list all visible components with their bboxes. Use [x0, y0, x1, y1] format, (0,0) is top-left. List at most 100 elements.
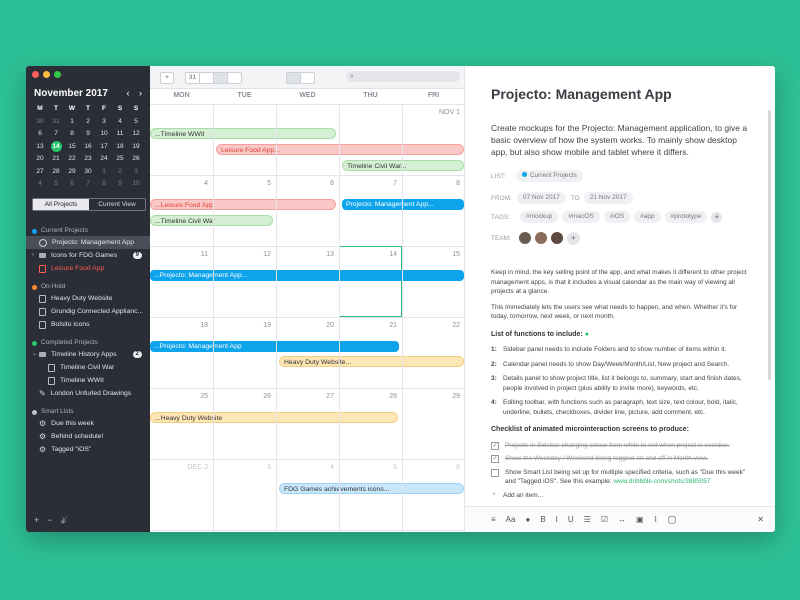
- day-number[interactable]: 22: [402, 322, 460, 329]
- comment-icon[interactable]: ◯: [667, 515, 676, 524]
- tab-all-projects[interactable]: All Projects: [33, 199, 89, 210]
- zoom-window-button[interactable]: [54, 71, 61, 78]
- mini-calendar-day[interactable]: 13: [32, 141, 48, 154]
- day-number[interactable]: 15: [402, 251, 460, 258]
- mini-calendar-day[interactable]: 10: [96, 128, 112, 141]
- mini-calendar-day[interactable]: 5: [48, 178, 64, 191]
- sidebar-item-behind-schedule[interactable]: ⚙ Behind schedule!: [26, 430, 150, 443]
- event-heavy-duty[interactable]: Heavy Duty Website...: [279, 356, 464, 367]
- bullets-icon[interactable]: ☰: [584, 515, 591, 524]
- mini-calendar-day[interactable]: 19: [128, 141, 144, 154]
- mini-calendar-day[interactable]: 14: [48, 140, 64, 154]
- mini-calendar-day[interactable]: 4: [32, 178, 48, 191]
- mini-calendar-day[interactable]: 6: [32, 128, 48, 141]
- list-view-icon[interactable]: [227, 72, 242, 84]
- mini-calendar-day[interactable]: 30: [32, 116, 48, 129]
- day-number[interactable]: 18: [150, 322, 208, 329]
- day-view-button[interactable]: 31: [185, 72, 200, 84]
- sidebar-item-due-this-week[interactable]: ⚙ Due this week: [26, 417, 150, 430]
- mini-calendar-day[interactable]: 8: [96, 178, 112, 191]
- mini-calendar-day[interactable]: 21: [48, 153, 64, 166]
- event-timeline-wwii[interactable]: ...Timeline WWII: [150, 128, 336, 139]
- month-view-icon[interactable]: [213, 72, 228, 84]
- mini-calendar-day[interactable]: 18: [112, 141, 128, 154]
- day-number[interactable]: 12: [213, 251, 271, 258]
- day-number[interactable]: 20: [276, 322, 334, 329]
- checkbox-unchecked[interactable]: [491, 468, 499, 477]
- sidebar-item-icons-fdg[interactable]: › Icons for FDG Games 9: [26, 249, 150, 262]
- mini-calendar-day[interactable]: 10: [128, 178, 144, 191]
- mini-calendar-day[interactable]: 12: [128, 128, 144, 141]
- next-month-arrow-icon[interactable]: ›: [139, 88, 142, 98]
- italic-icon[interactable]: I: [556, 515, 558, 524]
- sidebar-item-timeline-wwii[interactable]: Timeline WWII: [26, 374, 150, 387]
- day-number[interactable]: 5: [339, 464, 397, 471]
- close-icon[interactable]: ✕: [757, 515, 764, 524]
- day-number[interactable]: 5: [213, 180, 271, 187]
- sidebar-item-leisure-food[interactable]: Leisure Food App: [26, 262, 150, 275]
- day-number[interactable]: 13: [276, 251, 334, 258]
- mini-calendar-day[interactable]: 2: [112, 166, 128, 179]
- toggle-sidebar-icon[interactable]: [286, 72, 301, 84]
- mini-calendar-day[interactable]: 17: [96, 141, 112, 154]
- mini-calendar-day[interactable]: 2: [80, 116, 96, 129]
- add-item-row[interactable]: + Add an item...: [491, 491, 753, 501]
- day-number[interactable]: 4: [276, 464, 334, 471]
- mini-calendar-day[interactable]: 7: [80, 178, 96, 191]
- mini-calendar-day[interactable]: 9: [80, 128, 96, 141]
- mini-calendar-day[interactable]: 4: [112, 116, 128, 129]
- mini-calendar-day[interactable]: 7: [48, 128, 64, 141]
- sidebar-item-timeline-civil-war[interactable]: Timeline Civil War: [26, 361, 150, 374]
- checkbox-checked[interactable]: ✓: [491, 455, 499, 463]
- mini-calendar-day[interactable]: 20: [32, 153, 48, 166]
- tag-chip[interactable]: #app: [634, 211, 661, 223]
- settings-sliders-icon[interactable]: ⫝̸: [61, 515, 66, 526]
- day-number[interactable]: 19: [213, 322, 271, 329]
- mini-calendar-day[interactable]: 9: [112, 178, 128, 191]
- close-window-button[interactable]: [32, 71, 39, 78]
- mini-calendar-day[interactable]: 1: [96, 166, 112, 179]
- chevron-down-icon[interactable]: ⌄: [32, 348, 37, 361]
- day-number[interactable]: NOV 1: [402, 109, 460, 116]
- mini-calendar-day[interactable]: 5: [128, 116, 144, 129]
- mini-calendar-day[interactable]: 28: [48, 166, 64, 179]
- group-on-hold[interactable]: On-Hold: [26, 282, 150, 292]
- invite-member-button[interactable]: +: [566, 231, 580, 245]
- mini-calendar-day[interactable]: 6: [64, 178, 80, 191]
- mini-calendar-day[interactable]: 8: [64, 128, 80, 141]
- toggle-detail-icon[interactable]: [300, 72, 315, 84]
- tab-current-view[interactable]: Current View: [89, 199, 145, 210]
- project-description[interactable]: Create mockups for the Projecto: Managem…: [491, 122, 753, 158]
- day-number[interactable]: 28: [339, 393, 397, 400]
- day-number[interactable]: 26: [213, 393, 271, 400]
- tag-chip[interactable]: #prototype: [664, 211, 708, 223]
- paragraph-icon[interactable]: ≡: [491, 515, 496, 524]
- dribbble-link[interactable]: www.dribbble.com/shots/3885057: [613, 478, 710, 485]
- group-current-projects[interactable]: Current Projects: [26, 226, 150, 236]
- sidebar-item-timeline-history[interactable]: ⌄ Timeline History Apps 2: [26, 348, 150, 361]
- add-project-button[interactable]: +: [34, 515, 39, 526]
- day-number[interactable]: 29: [402, 393, 460, 400]
- text-size-icon[interactable]: Aa: [506, 515, 516, 524]
- mini-calendar-day[interactable]: 1: [64, 116, 80, 129]
- day-number[interactable]: 7: [339, 180, 397, 187]
- checklist-item[interactable]: ✓ Show the Weekday / Weekend being toggle…: [491, 454, 753, 464]
- mini-calendar-day[interactable]: 11: [112, 128, 128, 141]
- event-timeline-civil-war[interactable]: Timeline Civil War...: [342, 160, 464, 171]
- mini-calendar-day[interactable]: 31: [48, 116, 64, 129]
- mini-calendar-day[interactable]: 26: [128, 153, 144, 166]
- mini-calendar-day[interactable]: 25: [112, 153, 128, 166]
- mini-calendar-day[interactable]: 16: [80, 141, 96, 154]
- group-smart-lists[interactable]: Smart Lists: [26, 407, 150, 417]
- search-input[interactable]: ⌕: [346, 71, 460, 82]
- event-leisure-food-cont[interactable]: ...Leisure Food App: [150, 199, 336, 210]
- sidebar-item-tagged-ios[interactable]: ⚙ Tagged “iOS”: [26, 443, 150, 456]
- minimize-window-button[interactable]: [43, 71, 50, 78]
- day-number[interactable]: 8: [402, 180, 460, 187]
- comment-icon[interactable]: ●: [585, 331, 589, 338]
- event-projecto[interactable]: Projecto: Management App...: [342, 199, 464, 210]
- underline-icon[interactable]: U: [568, 515, 574, 524]
- sidebar-item-bolsito[interactable]: Bolsito Icons: [26, 318, 150, 331]
- divider-icon[interactable]: ↔: [618, 515, 626, 524]
- project-notes[interactable]: Keep in mind, the key selling point of t…: [491, 268, 753, 504]
